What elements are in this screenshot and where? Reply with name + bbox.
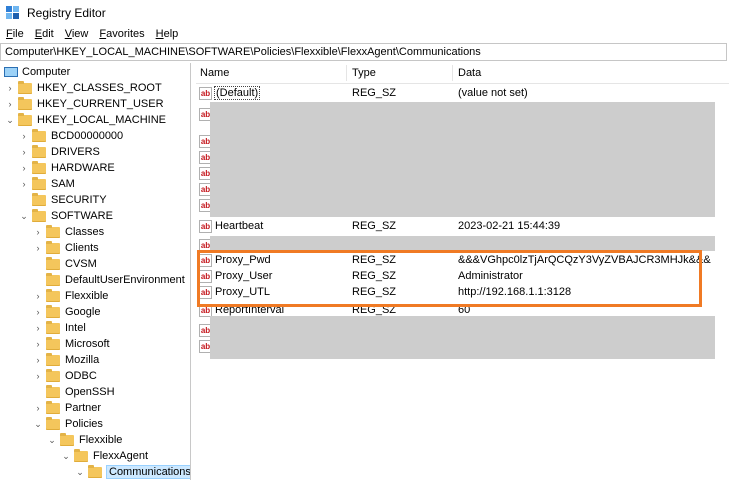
string-value-icon: ab <box>199 87 212 100</box>
chevron-right-icon[interactable]: › <box>19 160 29 176</box>
folder-icon <box>32 192 46 206</box>
chevron-down-icon[interactable]: ⌄ <box>61 448 71 464</box>
folder-icon <box>46 272 60 286</box>
chevron-right-icon[interactable]: › <box>33 368 43 384</box>
tree-item-bcd00000000[interactable]: › BCD00000000 <box>19 128 123 144</box>
folder-icon <box>32 160 46 174</box>
column-header-type[interactable]: Type <box>352 67 376 79</box>
tree-item-hkey-classes-root[interactable]: › HKEY_CLASSES_ROOT <box>5 80 162 96</box>
string-value-icon: ab <box>199 220 212 233</box>
redaction-block <box>210 236 715 251</box>
chevron-right-icon[interactable]: › <box>19 144 29 160</box>
chevron-right-icon[interactable]: › <box>33 288 43 304</box>
tree-item-partner[interactable]: › Partner <box>33 400 101 416</box>
tree-item-mozilla[interactable]: › Mozilla <box>33 352 99 368</box>
menu-edit[interactable]: Edit <box>35 28 54 40</box>
menu-bar: File Edit View Favorites Help <box>0 25 729 43</box>
folder-icon <box>32 144 46 158</box>
tree-item-flexxagent[interactable]: ⌄ FlexxAgent <box>61 448 148 464</box>
tree-item-google[interactable]: › Google <box>33 304 100 320</box>
tree-item-flexxible[interactable]: › Flexxible <box>33 288 108 304</box>
tree-item-policies-flexxible[interactable]: ⌄ Flexxible <box>47 432 122 448</box>
chevron-down-icon[interactable]: ⌄ <box>5 112 15 128</box>
menu-view[interactable]: View <box>65 28 89 40</box>
redaction-block <box>210 316 715 359</box>
tree-item-microsoft[interactable]: › Microsoft <box>33 336 110 352</box>
tree-item-security[interactable]: SECURITY <box>19 192 107 208</box>
tree-item-openssh[interactable]: OpenSSH <box>33 384 115 400</box>
window-title: Registry Editor <box>27 5 106 20</box>
title-bar: Registry Editor <box>0 0 729 25</box>
tree-item-odbc[interactable]: › ODBC <box>33 368 97 384</box>
chevron-right-icon[interactable]: › <box>33 336 43 352</box>
tree-item-defaultuserenvironment[interactable]: DefaultUserEnvironment <box>33 272 185 288</box>
tree-item-hkey-current-user[interactable]: › HKEY_CURRENT_USER <box>5 96 164 112</box>
tree-item-hkey-local-machine[interactable]: ⌄ HKEY_LOCAL_MACHINE <box>5 112 166 128</box>
chevron-right-icon[interactable]: › <box>33 240 43 256</box>
chevron-right-icon[interactable]: › <box>19 176 29 192</box>
folder-icon <box>18 80 32 94</box>
address-bar[interactable]: Computer\HKEY_LOCAL_MACHINE\SOFTWARE\Pol… <box>0 43 727 61</box>
folder-open-icon <box>88 464 102 478</box>
folder-icon <box>32 208 46 222</box>
column-divider[interactable] <box>346 65 347 81</box>
address-path: Computer\HKEY_LOCAL_MACHINE\SOFTWARE\Pol… <box>5 46 481 58</box>
folder-icon <box>46 224 60 238</box>
folder-icon <box>46 352 60 366</box>
tree-item-clients[interactable]: › Clients <box>33 240 99 256</box>
registry-editor-icon <box>6 5 20 20</box>
folder-icon <box>46 240 60 254</box>
folder-icon <box>18 112 32 126</box>
chevron-right-icon[interactable]: › <box>19 128 29 144</box>
highlight-box <box>197 250 702 307</box>
tree-item-sam[interactable]: › SAM <box>19 176 75 192</box>
chevron-right-icon[interactable]: › <box>33 352 43 368</box>
chevron-down-icon[interactable]: ⌄ <box>33 416 43 432</box>
tree-item-hardware[interactable]: › HARDWARE <box>19 160 115 176</box>
folder-icon <box>46 256 60 270</box>
redaction-block <box>210 102 715 217</box>
chevron-down-icon[interactable]: ⌄ <box>47 432 57 448</box>
chevron-right-icon[interactable]: › <box>5 80 15 96</box>
folder-icon <box>18 96 32 110</box>
menu-favorites[interactable]: Favorites <box>99 28 144 40</box>
folder-icon <box>46 384 60 398</box>
folder-icon <box>46 304 60 318</box>
chevron-right-icon[interactable]: › <box>33 224 43 240</box>
value-row-default[interactable]: ab (Default) REG_SZ (value not set) <box>196 86 729 102</box>
tree-item-cvsm[interactable]: CVSM <box>33 256 97 272</box>
tree-pane[interactable]: Computer › HKEY_CLASSES_ROOT › HKEY_CURR… <box>0 63 191 480</box>
column-header-data[interactable]: Data <box>458 67 481 79</box>
tree-item-intel[interactable]: › Intel <box>33 320 86 336</box>
value-row-heartbeat[interactable]: ab Heartbeat REG_SZ 2023-02-21 15:44:39 <box>196 219 729 235</box>
chevron-down-icon[interactable]: ⌄ <box>75 464 85 480</box>
list-header: Name Type Data <box>196 63 729 84</box>
chevron-down-icon[interactable]: ⌄ <box>19 208 29 224</box>
menu-file[interactable]: File <box>6 28 24 40</box>
chevron-right-icon[interactable]: › <box>33 320 43 336</box>
chevron-right-icon[interactable]: › <box>5 96 15 112</box>
column-header-name[interactable]: Name <box>200 67 229 79</box>
tree-item-computer[interactable]: Computer <box>0 64 70 80</box>
folder-icon <box>74 448 88 462</box>
folder-icon <box>46 368 60 382</box>
folder-icon <box>60 432 74 446</box>
column-divider[interactable] <box>452 65 453 81</box>
computer-icon <box>4 67 18 77</box>
folder-icon <box>46 288 60 302</box>
tree-item-software[interactable]: ⌄ SOFTWARE <box>19 208 113 224</box>
menu-help[interactable]: Help <box>156 28 179 40</box>
folder-icon <box>46 400 60 414</box>
folder-icon <box>46 320 60 334</box>
tree-item-drivers[interactable]: › DRIVERS <box>19 144 100 160</box>
folder-icon <box>46 336 60 350</box>
tree-item-classes[interactable]: › Classes <box>33 224 104 240</box>
tree-item-policies[interactable]: ⌄ Policies <box>33 416 103 432</box>
tree-item-communications[interactable]: ⌄ Communications <box>75 464 190 480</box>
chevron-right-icon[interactable]: › <box>33 400 43 416</box>
folder-icon <box>32 128 46 142</box>
folder-icon <box>32 176 46 190</box>
chevron-right-icon[interactable]: › <box>33 304 43 320</box>
folder-icon <box>46 416 60 430</box>
